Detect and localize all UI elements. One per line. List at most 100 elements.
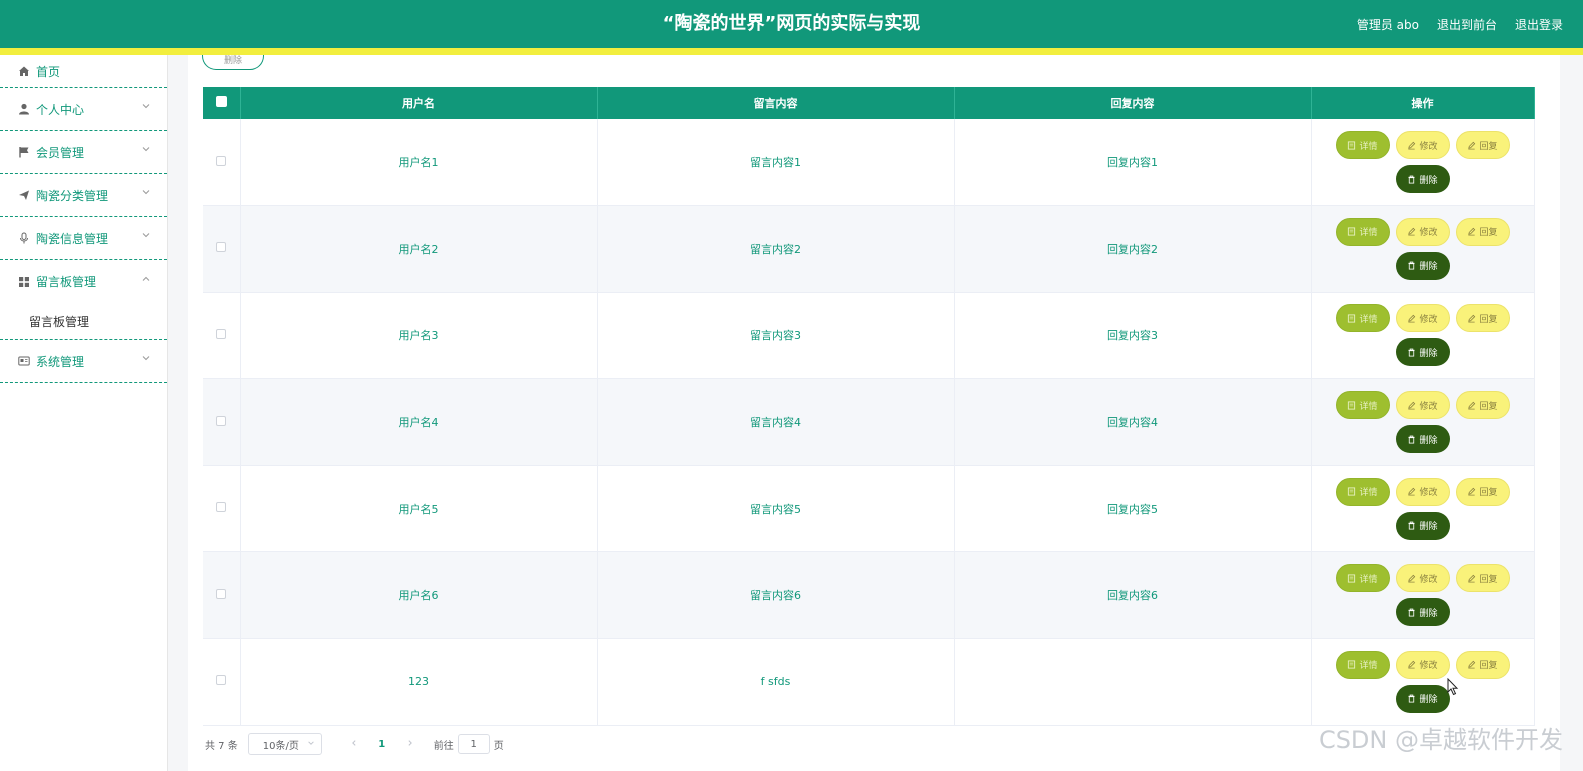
- edit-button[interactable]: 修改: [1395, 304, 1450, 333]
- detail-button[interactable]: 详情: [1335, 217, 1390, 246]
- detail-button[interactable]: 详情: [1335, 477, 1390, 506]
- edit-label: 修改: [1419, 574, 1438, 585]
- row-actions-second-line: 删除: [1323, 338, 1523, 367]
- sidebar-item-ceramic-category[interactable]: 陶瓷分类管理: [0, 174, 167, 217]
- row-actions: 详情 修改 回复 删除: [1323, 217, 1523, 280]
- row-actions: 详情 修改 回复 删除: [1323, 477, 1523, 540]
- home-icon: [18, 65, 30, 77]
- next-page-button[interactable]: [396, 739, 424, 750]
- sidebar-item-ceramic-info[interactable]: 陶瓷信息管理: [0, 217, 167, 260]
- cell-reply: 回复内容2: [954, 205, 1312, 293]
- row-select-cell[interactable]: [203, 292, 241, 380]
- row-checkbox[interactable]: [216, 242, 227, 253]
- row-select-cell[interactable]: [203, 119, 241, 207]
- detail-button[interactable]: 详情: [1335, 650, 1390, 679]
- detail-button[interactable]: 详情: [1335, 564, 1390, 593]
- column-header-actions: 操作: [1311, 87, 1535, 119]
- batch-delete-button[interactable]: 删除: [202, 55, 264, 70]
- delete-button[interactable]: 删除: [1395, 598, 1450, 627]
- sidebar-subitem-message-board[interactable]: 留言板管理: [0, 303, 167, 340]
- detail-label: 详情: [1359, 141, 1378, 152]
- delete-button[interactable]: 删除: [1395, 251, 1450, 280]
- delete-button[interactable]: 删除: [1395, 338, 1450, 367]
- row-checkbox[interactable]: [216, 328, 227, 339]
- reply-button[interactable]: 回复: [1455, 564, 1510, 593]
- pencil-icon: [1468, 314, 1476, 323]
- row-select-cell[interactable]: [203, 205, 241, 293]
- row-select-cell[interactable]: [203, 378, 241, 466]
- delete-label: 删除: [1419, 175, 1438, 186]
- delete-button[interactable]: 删除: [1395, 511, 1450, 540]
- row-actions-second-line: 删除: [1323, 511, 1523, 540]
- trash-icon: [1408, 262, 1416, 270]
- watermark: CSDN @卓越软件开发: [1318, 726, 1563, 754]
- document-icon: [1348, 401, 1356, 410]
- sidebar-item-system[interactable]: 系统管理: [0, 340, 167, 383]
- row-checkbox[interactable]: [216, 502, 227, 513]
- delete-label: 删除: [1419, 695, 1438, 706]
- message-table: 用户名 留言内容 回复内容 操作 用户名1 留言内容1 回复内容1 详情 修改 …: [203, 87, 1535, 726]
- row-actions: 详情 修改 回复 删除: [1323, 650, 1523, 713]
- row-checkbox[interactable]: [216, 155, 227, 166]
- cell-actions: 详情 修改 回复 删除: [1311, 119, 1535, 207]
- pencil-icon: [1468, 661, 1476, 669]
- row-checkbox[interactable]: [216, 588, 227, 599]
- goto-page-input[interactable]: [457, 734, 490, 754]
- select-all-cell[interactable]: [203, 87, 241, 119]
- row-checkbox[interactable]: [216, 675, 227, 686]
- row-select-cell[interactable]: [203, 551, 241, 640]
- cell-actions: 详情 修改 回复 删除: [1311, 551, 1535, 640]
- sidebar-item-home[interactable]: 首页: [0, 55, 167, 88]
- pagination: 共 7 条 10条/页 1 前往 页: [205, 733, 504, 755]
- reply-label: 回复: [1479, 401, 1498, 412]
- delete-label: 删除: [1419, 608, 1438, 619]
- edit-button[interactable]: 修改: [1395, 564, 1450, 593]
- reply-button[interactable]: 回复: [1455, 217, 1510, 246]
- reply-button[interactable]: 回复: [1455, 650, 1510, 679]
- edit-button[interactable]: 修改: [1395, 391, 1450, 420]
- row-actions: 详情 修改 回复 删除: [1323, 131, 1523, 194]
- delete-button[interactable]: 删除: [1395, 684, 1450, 713]
- cell-actions: 详情 修改 回复 删除: [1311, 378, 1535, 466]
- cell-reply: 回复内容4: [954, 378, 1312, 466]
- edit-button[interactable]: 修改: [1395, 650, 1450, 679]
- detail-label: 详情: [1359, 488, 1378, 499]
- flag-icon: [18, 146, 30, 158]
- delete-button[interactable]: 删除: [1395, 425, 1450, 454]
- detail-button[interactable]: 详情: [1335, 391, 1390, 420]
- edit-button[interactable]: 修改: [1395, 217, 1450, 246]
- row-select-cell[interactable]: [203, 465, 241, 553]
- goto-page: 前往 页: [434, 734, 504, 754]
- reply-label: 回复: [1479, 574, 1498, 585]
- detail-button[interactable]: 详情: [1335, 131, 1390, 160]
- microphone-icon: [18, 232, 30, 244]
- reply-button[interactable]: 回复: [1455, 391, 1510, 420]
- logout-link[interactable]: 退出登录: [1515, 16, 1563, 33]
- row-checkbox[interactable]: [216, 415, 227, 426]
- chevron-down-icon: [141, 187, 151, 197]
- sidebar-item-members[interactable]: 会员管理: [0, 131, 167, 174]
- edit-button[interactable]: 修改: [1395, 477, 1450, 506]
- detail-label: 详情: [1359, 228, 1378, 239]
- reply-button[interactable]: 回复: [1455, 131, 1510, 160]
- page-size-select[interactable]: 10条/页: [247, 733, 322, 755]
- sidebar-item-personal[interactable]: 个人中心: [0, 88, 167, 131]
- page-number-current[interactable]: 1: [368, 739, 396, 750]
- row-actions: 详情 修改 回复 删除: [1323, 564, 1523, 627]
- cell-username: 用户名3: [240, 292, 598, 380]
- goto-suffix: 页: [493, 740, 504, 752]
- select-all-checkbox[interactable]: [215, 96, 227, 107]
- back-to-front-link[interactable]: 退出到前台: [1437, 16, 1497, 33]
- row-select-cell[interactable]: [203, 638, 241, 726]
- reply-button[interactable]: 回复: [1455, 304, 1510, 333]
- cell-message: 留言内容2: [597, 205, 955, 293]
- detail-button[interactable]: 详情: [1335, 304, 1390, 333]
- prev-page-button[interactable]: [340, 739, 368, 750]
- document-icon: [1348, 227, 1356, 236]
- delete-button[interactable]: 删除: [1395, 165, 1450, 194]
- edit-button[interactable]: 修改: [1395, 131, 1450, 160]
- reply-button[interactable]: 回复: [1455, 477, 1510, 506]
- pencil-icon: [1468, 401, 1476, 410]
- sidebar-item-message-board[interactable]: 留言板管理: [0, 260, 167, 303]
- delete-label: 删除: [1419, 522, 1438, 533]
